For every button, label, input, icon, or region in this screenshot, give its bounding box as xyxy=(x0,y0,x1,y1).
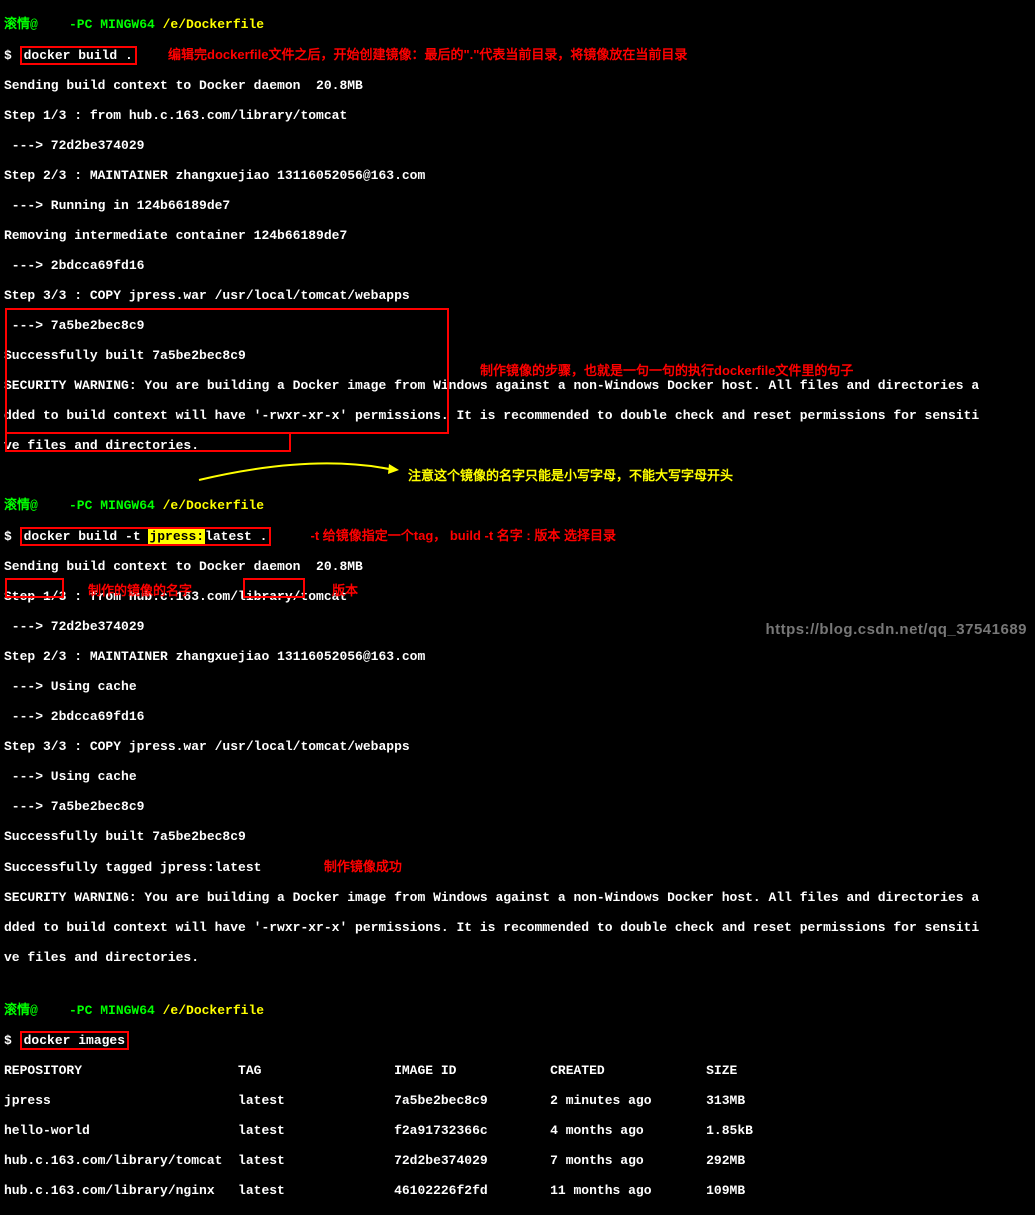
out2-l10: Successfully built 7a5be2bec8c9 xyxy=(4,829,1031,844)
out1-l9: ---> 7a5be2bec8c9 xyxy=(4,318,1031,333)
watermark: https://blog.csdn.net/qq_37541689 xyxy=(765,621,1027,638)
prompt-line-3: 滚情@ -PC MINGW64 /e/Dockerfile xyxy=(4,1003,1031,1018)
out1-l12: dded to build context will have '-rwxr-x… xyxy=(4,408,1031,423)
cmd-docker-build[interactable]: docker build . xyxy=(20,46,137,65)
cmd-line-3: $ docker images xyxy=(4,1033,1031,1048)
annotation-tag: -t 给镜像指定一个tag， build -t 名字 : 版本 选择目录 xyxy=(310,528,615,543)
out2-l13: dded to build context will have '-rwxr-x… xyxy=(4,920,1031,935)
out2-l7: Step 3/3 : COPY jpress.war /usr/local/to… xyxy=(4,739,1031,754)
cmd-docker-build-t[interactable]: docker build -t jpress:latest . xyxy=(20,527,272,546)
out2-l11-row: Successfully tagged jpress:latest 制作镜像成功 xyxy=(4,859,1031,875)
out2-l5: ---> Using cache xyxy=(4,679,1031,694)
out1-l6: Removing intermediate container 124b6618… xyxy=(4,228,1031,243)
out1-l5: ---> Running in 124b66189de7 xyxy=(4,198,1031,213)
arrow-icon xyxy=(194,458,404,488)
out2-l6: ---> 2bdcca69fd16 xyxy=(4,709,1031,724)
prompt-user: 滚情@ -PC MINGW64 xyxy=(4,1003,155,1018)
cmd-line-1: $ docker build . 编辑完dockerfile文件之后，开始创建镜… xyxy=(4,47,1031,63)
cmd-tag-jpress: jpress: xyxy=(148,529,205,544)
prompt-user: 滚情@ -PC MINGW64 xyxy=(4,17,155,32)
annotation-success: 制作镜像成功 xyxy=(324,859,402,874)
annotation-lowercase-row: 注意这个镜像的名字只能是小写字母，不能大写字母开头 xyxy=(4,468,1031,483)
out1-l7: ---> 2bdcca69fd16 xyxy=(4,258,1031,273)
prompt-user: 滚情@ -PC MINGW64 xyxy=(4,498,155,513)
out2-l14: ve files and directories. xyxy=(4,950,1031,965)
out1-l1: Sending build context to Docker daemon 2… xyxy=(4,78,1031,93)
prompt-path: /e/Dockerfile xyxy=(155,17,264,32)
annotation-steps: 制作镜像的步骤，也就是一句一句的执行dockerfile文件里的句子 xyxy=(480,360,853,379)
annotation-image-name: 制作的镜像的名字 xyxy=(88,580,192,599)
prompt-path: /e/Dockerfile xyxy=(155,498,264,513)
out1-l4: Step 2/3 : MAINTAINER zhangxuejiao 13116… xyxy=(4,168,1031,183)
prompt-path: /e/Dockerfile xyxy=(155,1003,264,1018)
out1-l2: Step 1/3 : from hub.c.163.com/library/to… xyxy=(4,108,1031,123)
out2-l9: ---> 7a5be2bec8c9 xyxy=(4,799,1031,814)
terminal-output: 滚情@ -PC MINGW64 /e/Dockerfile $ docker b… xyxy=(0,0,1035,1215)
out1-l8: Step 3/3 : COPY jpress.war /usr/local/to… xyxy=(4,288,1031,303)
out2-l1: Sending build context to Docker daemon 2… xyxy=(4,559,1031,574)
out1-l13: ve files and directories. xyxy=(4,438,1031,453)
out2-l8: ---> Using cache xyxy=(4,769,1031,784)
annotation-version: 版本 xyxy=(332,580,358,599)
table-row: hello-world latest f2a91732366c 4 months… xyxy=(4,1123,1031,1138)
out2-l4: Step 2/3 : MAINTAINER zhangxuejiao 13116… xyxy=(4,649,1031,664)
cmd-docker-images[interactable]: docker images xyxy=(20,1031,129,1050)
table-row: hub.c.163.com/library/tomcat latest 72d2… xyxy=(4,1153,1031,1168)
out1-l3: ---> 72d2be374029 xyxy=(4,138,1031,153)
table-header: REPOSITORY TAG IMAGE ID CREATED SIZE xyxy=(4,1063,1031,1078)
table-row: hub.c.163.com/library/nginx latest 46102… xyxy=(4,1183,1031,1198)
prompt-line-2: 滚情@ -PC MINGW64 /e/Dockerfile xyxy=(4,498,1031,513)
out1-l11: SECURITY WARNING: You are building a Doc… xyxy=(4,378,1031,393)
annotation-lowercase: 注意这个镜像的名字只能是小写字母，不能大写字母开头 xyxy=(408,468,733,483)
table-row: jpress latest 7a5be2bec8c9 2 minutes ago… xyxy=(4,1093,1031,1108)
prompt-line-1: 滚情@ -PC MINGW64 /e/Dockerfile xyxy=(4,17,1031,32)
out2-l12: SECURITY WARNING: You are building a Doc… xyxy=(4,890,1031,905)
cmd-line-2: $ docker build -t jpress:latest . -t 给镜像… xyxy=(4,528,1031,544)
annotation-build: 编辑完dockerfile文件之后，开始创建镜像：最后的"."代表当前目录，将镜… xyxy=(168,47,687,62)
